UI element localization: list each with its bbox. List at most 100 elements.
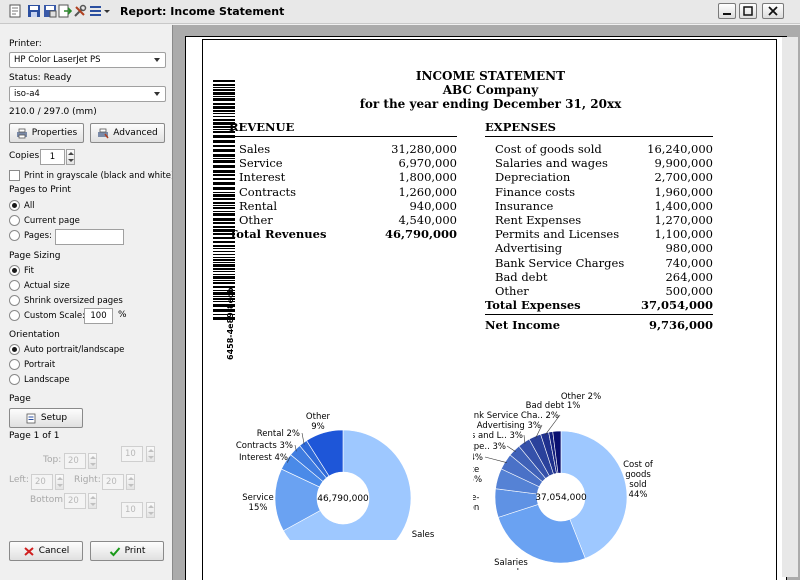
maximize-icon <box>743 6 753 16</box>
pages-all-radio[interactable] <box>9 200 20 211</box>
copies-label: Copies: <box>9 151 43 161</box>
print-button[interactable]: Print <box>90 541 164 561</box>
pie-slice-label: Sales67% <box>412 530 435 540</box>
barcode-bar <box>213 198 235 200</box>
pie-slice-label: Other 2% <box>561 392 601 402</box>
pie-slice-label: Rental 2% <box>257 429 300 439</box>
pie-label-leader <box>506 445 516 452</box>
revenue-item-name: Service <box>239 156 283 171</box>
sizing-actual-radio[interactable] <box>9 280 20 291</box>
advanced-button[interactable]: Advanced <box>90 123 165 143</box>
paper-select[interactable]: iso-a4 <box>9 86 166 102</box>
margin-extra-bottom-input[interactable]: 10 <box>121 502 143 518</box>
save-icon[interactable] <box>27 4 41 18</box>
barcode-bar <box>213 154 235 157</box>
margin-extra-top-input[interactable]: 10 <box>121 446 143 462</box>
copies-stepper[interactable] <box>66 149 75 165</box>
pages-range-radio[interactable] <box>9 230 20 241</box>
print-preview-area[interactable]: 6458-4e89-8ecb INCOME STATEMENT ABC Comp… <box>172 25 800 580</box>
maximize-button[interactable] <box>739 3 757 19</box>
margin-right-stepper[interactable] <box>126 474 135 490</box>
net-income-rule <box>485 314 713 315</box>
page-label: Page <box>9 394 31 404</box>
pages-to-print-label: Pages to Print <box>9 185 71 195</box>
page-setup-icon <box>26 413 36 423</box>
orient-portrait-radio[interactable] <box>9 359 20 370</box>
printer-select-value: HP Color LaserJet PS <box>14 55 101 65</box>
margin-top-input[interactable]: 20 <box>64 453 86 469</box>
sizing-custom-radio[interactable] <box>9 310 20 321</box>
expense-item-name: Permits and Licenses <box>495 227 620 242</box>
export-icon[interactable] <box>58 4 72 18</box>
barcode-bar <box>213 271 235 272</box>
revenue-donut-chart: Sales67% Service15% Interest 4% Contracts 3… <box>236 412 435 540</box>
expense-item-name: Rent Expenses <box>495 213 582 227</box>
margin-top-stepper[interactable] <box>88 453 97 469</box>
pie-slice-label: Service 15% <box>242 493 273 513</box>
revenue-item-name: Other <box>239 213 273 227</box>
preview-scrollbar[interactable] <box>782 37 798 577</box>
barcode-bar <box>213 174 235 176</box>
copies-input[interactable]: 1 <box>40 149 65 165</box>
expenses-rule <box>485 136 713 137</box>
barcode-bar <box>213 254 235 255</box>
pages-all-label: All <box>24 201 35 211</box>
expense-item-name: Cost of goods sold <box>495 142 602 156</box>
close-button[interactable] <box>762 3 784 19</box>
paper-select-value: iso-a4 <box>14 89 40 99</box>
sizing-fit-radio[interactable] <box>9 265 20 276</box>
orient-landscape-radio[interactable] <box>9 374 20 385</box>
barcode-bar <box>213 282 235 284</box>
pie-slice-label: Bank Service Cha.. 2% <box>473 411 559 421</box>
revenue-item-name: Rental <box>239 198 278 213</box>
margin-left-stepper[interactable] <box>55 474 64 490</box>
minimize-button[interactable] <box>718 3 736 19</box>
tools-icon[interactable] <box>73 4 87 18</box>
pie-slice-label: Salariesandwages26% <box>494 558 528 570</box>
barcode-bar <box>213 165 235 168</box>
orient-auto-radio[interactable] <box>9 344 20 355</box>
barcode-bar <box>213 194 235 197</box>
revenue-header: REVENUE <box>229 120 295 134</box>
barcode-bar <box>213 218 235 221</box>
paper-size: 210.0 / 297.0 (mm) <box>9 107 97 117</box>
margin-right-input[interactable]: 20 <box>102 474 124 490</box>
printer-select[interactable]: HP Color LaserJet PS <box>9 52 166 68</box>
expenses-header: EXPENSES <box>485 120 556 134</box>
expense-item-value: 1,270,000 <box>654 213 713 227</box>
barcode-bar <box>213 140 235 143</box>
menu-icon[interactable] <box>89 4 111 18</box>
revenue-item-value: 1,800,000 <box>398 170 457 185</box>
margin-bottom-input[interactable]: 20 <box>64 493 86 509</box>
setup-label: Setup <box>40 413 68 423</box>
pages-current-radio[interactable] <box>9 215 20 226</box>
orient-landscape-label: Landscape <box>24 375 70 385</box>
barcode-bar <box>213 241 235 243</box>
pages-range-input[interactable] <box>55 229 124 245</box>
pie-label-leader <box>484 456 508 463</box>
margin-extra-top-stepper[interactable] <box>146 446 155 462</box>
barcode-bar <box>213 149 235 152</box>
setup-button[interactable]: Setup <box>9 408 83 428</box>
orient-auto-label: Auto portrait/landscape <box>24 345 125 355</box>
barcode-bar <box>213 257 235 258</box>
cancel-icon <box>24 546 34 556</box>
margin-extra-bottom-stepper[interactable] <box>146 502 155 518</box>
cancel-button[interactable]: Cancel <box>9 541 83 561</box>
expense-item-name: Insurance <box>495 198 554 213</box>
sizing-shrink-radio[interactable] <box>9 295 20 306</box>
margin-left-input[interactable]: 20 <box>31 474 53 490</box>
percent-label: % <box>118 310 127 320</box>
revenue-rule <box>229 136 457 137</box>
print-settings-panel: Printer: HP Color LaserJet PS Status: Re… <box>0 25 174 580</box>
revenue-item-name: Interest <box>239 170 286 185</box>
close-icon <box>768 6 778 16</box>
scale-input[interactable]: 100 <box>84 308 113 324</box>
net-income-value: 9,736,000 <box>648 318 713 332</box>
margin-bottom-stepper[interactable] <box>88 493 97 509</box>
save-as-icon[interactable] <box>43 4 57 18</box>
orient-portrait-label: Portrait <box>24 360 56 370</box>
grayscale-checkbox[interactable] <box>9 170 20 181</box>
expense-item-value: 740,000 <box>665 255 713 270</box>
properties-button[interactable]: Properties <box>9 123 84 143</box>
